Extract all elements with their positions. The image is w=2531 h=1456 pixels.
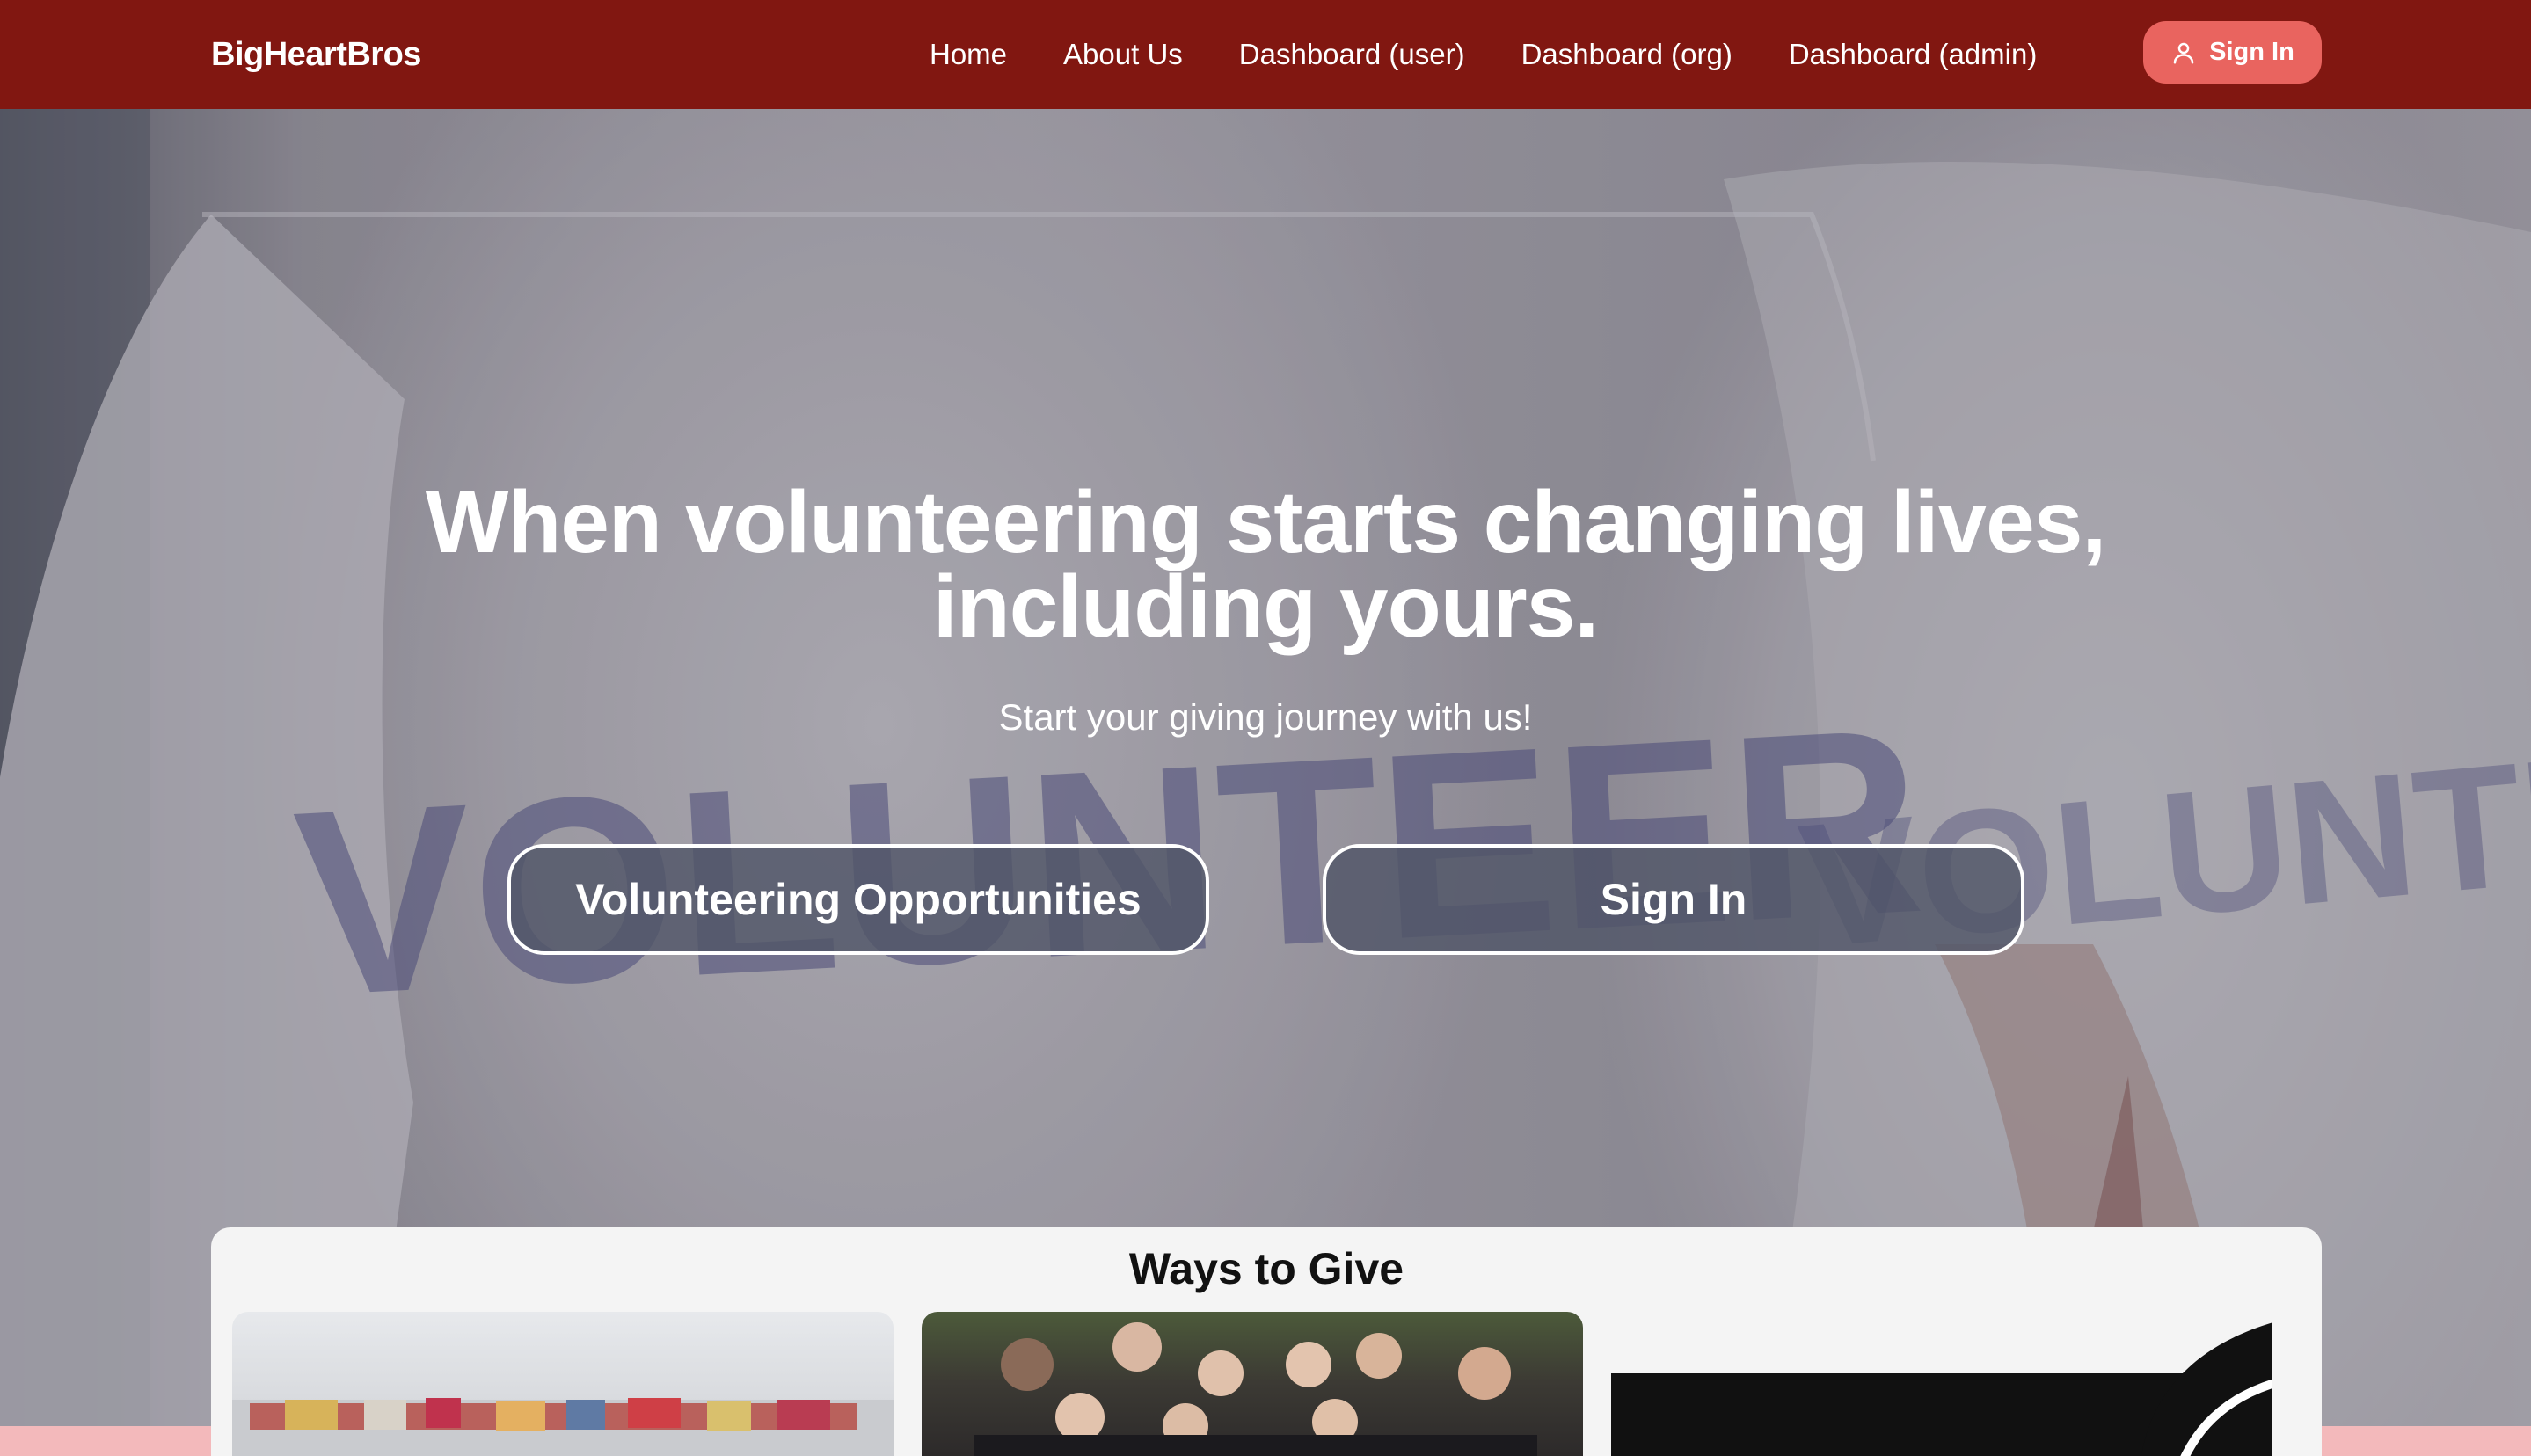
nav-link-dashboard-user[interactable]: Dashboard (user) — [1239, 38, 1465, 71]
hero-title: When volunteering starts changing lives,… — [0, 478, 2531, 651]
ways-to-give-title: Ways to Give — [1128, 1244, 1404, 1293]
hero-subtitle: Start your giving journey with us! — [998, 696, 1533, 738]
donation-photo — [232, 1398, 894, 1456]
nav-link-dashboard-org[interactable]: Dashboard (org) — [1521, 38, 1732, 71]
brand-logo[interactable]: BigHeartBros — [211, 0, 421, 109]
ways-card-donation[interactable] — [232, 1312, 894, 1456]
ways-card-volunteer-group[interactable] — [922, 1312, 1583, 1456]
navbar: BigHeartBros Home About Us Dashboard (us… — [0, 0, 2531, 109]
nav-link-dashboard-admin[interactable]: Dashboard (admin) — [1789, 38, 2037, 71]
hero-signin-button[interactable]: Sign In — [1323, 844, 2024, 955]
ways-to-give-section: Ways to Give — [211, 1227, 2322, 1456]
nav-links: Home About Us Dashboard (user) Dashboard… — [930, 0, 2037, 109]
volunteering-opportunities-button[interactable]: Volunteering Opportunities — [507, 844, 1209, 955]
ways-card-third[interactable] — [1611, 1312, 2272, 1456]
hero-title-line-2: including yours. — [932, 557, 1599, 656]
volunteer-group-photo — [974, 1322, 1537, 1456]
nav-link-home[interactable]: Home — [930, 38, 1007, 71]
ways-card-graphic — [1611, 1322, 2272, 1456]
nav-signin-label: Sign In — [2209, 38, 2294, 66]
nav-signin-button[interactable]: Sign In — [2143, 21, 2322, 84]
user-icon — [2173, 42, 2194, 63]
nav-link-about-us[interactable]: About Us — [1063, 38, 1183, 71]
